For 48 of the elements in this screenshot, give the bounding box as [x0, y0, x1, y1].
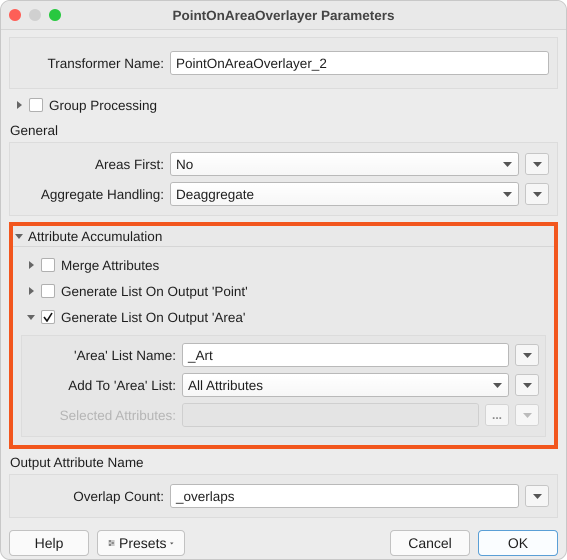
field-label: Overlap Count:	[72, 488, 164, 504]
caret-icon	[532, 162, 542, 166]
disclosure-icon[interactable]	[27, 313, 35, 321]
checkbox[interactable]	[41, 258, 55, 272]
dropdown[interactable]: All Attributes	[182, 373, 509, 397]
field-label: Add To 'Area' List:	[67, 378, 176, 392]
menu-button[interactable]	[515, 344, 539, 366]
menu-button[interactable]	[515, 374, 539, 396]
field-label: Areas First:	[94, 156, 164, 172]
field-label: Aggregate Handling:	[40, 186, 164, 202]
window-title: PointOnAreaOverlayer Parameters	[171, 8, 396, 22]
menu-button[interactable]	[525, 153, 549, 175]
dialog-button[interactable]: Cancel	[390, 530, 470, 556]
disclosure-icon[interactable]	[15, 232, 23, 240]
section-heading: General	[9, 122, 60, 140]
dropdown[interactable]: No	[170, 152, 519, 176]
input-field[interactable]: _overlaps	[170, 484, 519, 508]
section-heading: Output Attribute Name	[9, 454, 145, 472]
input-field[interactable]: PointOnAreaOverlayer_2	[170, 51, 549, 75]
caret-icon	[503, 162, 512, 166]
menu-button[interactable]	[525, 183, 549, 205]
option-label: Generate List On Output 'Area'	[61, 310, 246, 324]
checkbox[interactable]	[41, 310, 55, 324]
dialog-button[interactable]: OK	[478, 530, 558, 556]
option-label: Merge Attributes	[61, 258, 160, 272]
caret-icon	[532, 192, 542, 196]
disclosure-icon[interactable]	[15, 101, 23, 109]
caret-icon	[532, 494, 542, 498]
field-label: 'Area' List Name:	[73, 348, 176, 362]
field-label: Transformer Name:	[46, 56, 164, 70]
dropdown[interactable]: Deaggregate	[170, 182, 519, 206]
caret-icon	[503, 192, 512, 196]
caret-icon	[522, 352, 532, 358]
checkbox[interactable]	[41, 284, 55, 298]
menu-button[interactable]	[525, 485, 549, 507]
caret-icon	[522, 382, 532, 388]
disclosure-icon[interactable]	[27, 261, 35, 269]
close-button[interactable]	[9, 9, 21, 21]
disclosure-icon[interactable]	[27, 287, 35, 295]
dialog-button[interactable]: Presets	[97, 530, 185, 556]
checkbox[interactable]	[29, 98, 43, 112]
caret-icon	[522, 412, 532, 418]
section-heading: Attribute Accumulation	[28, 228, 162, 244]
dialog-button[interactable]: Help	[9, 530, 89, 556]
option-label: Group Processing	[49, 98, 158, 112]
caret-icon	[493, 382, 502, 388]
option-label: Generate List On Output 'Point'	[61, 284, 248, 298]
input-field[interactable]: _Art	[182, 343, 509, 367]
